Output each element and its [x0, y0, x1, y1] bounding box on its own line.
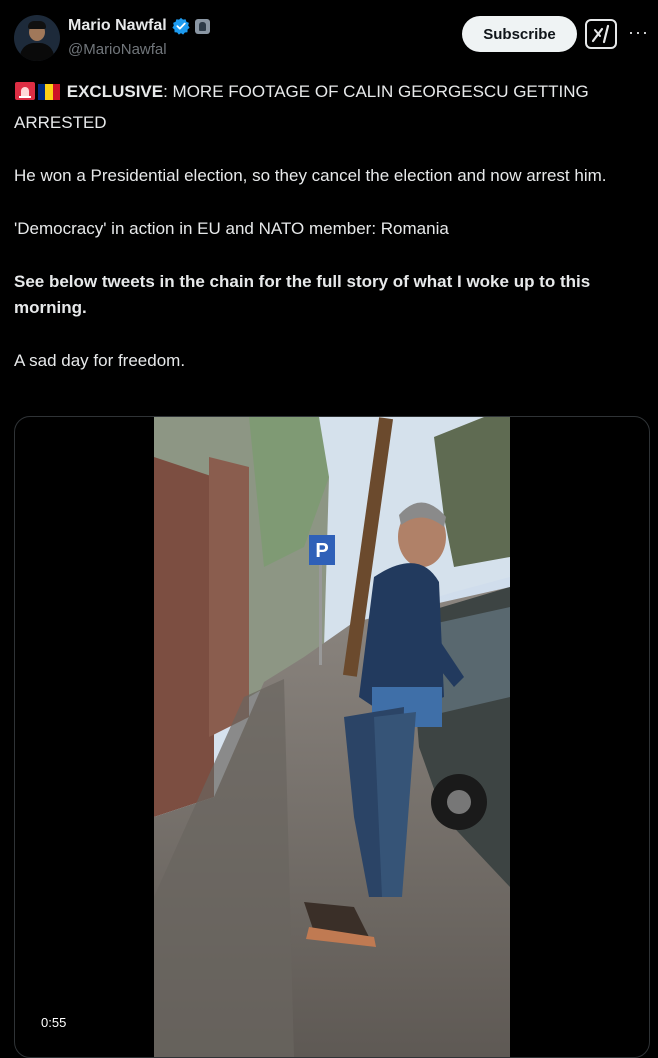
more-options-icon[interactable]: ···	[628, 22, 649, 43]
video-player[interactable]: P 0:55	[14, 416, 650, 1058]
subscribe-button[interactable]: Subscribe	[462, 16, 577, 52]
grok-icon[interactable]	[585, 19, 617, 49]
verified-badge-icon	[172, 17, 190, 35]
tweet-paragraph-4: See below tweets in the chain for the fu…	[14, 271, 591, 318]
tweet-paragraph-5: A sad day for freedom.	[14, 351, 186, 370]
author-name-row: Mario Nawfal	[68, 17, 210, 35]
author-name[interactable]: Mario Nawfal	[68, 17, 167, 35]
siren-icon	[14, 81, 36, 110]
avatar[interactable]	[14, 15, 60, 61]
romania-flag-icon	[38, 83, 60, 110]
tweet-paragraph-3: 'Democracy' in action in EU and NATO mem…	[14, 218, 449, 238]
tweet-body: EXCLUSIVE: MORE FOOTAGE OF CALIN GEORGES…	[14, 79, 634, 401]
parking-sign: P	[315, 540, 328, 562]
affiliate-badge-icon[interactable]	[194, 18, 210, 34]
video-frame[interactable]: P	[154, 417, 510, 1057]
tweet-paragraph-2: He won a Presidential election, so they …	[14, 165, 607, 185]
author-handle[interactable]: @MarioNawfal	[68, 41, 167, 58]
video-timestamp: 0:55	[37, 1013, 71, 1032]
tweet-header: Mario Nawfal @MarioNawfal Subscribe ···	[0, 0, 658, 70]
tweet-headline: EXCLUSIVE: MORE FOOTAGE OF CALIN GEORGES…	[14, 79, 634, 136]
headline-bold: EXCLUSIVE	[66, 82, 164, 101]
